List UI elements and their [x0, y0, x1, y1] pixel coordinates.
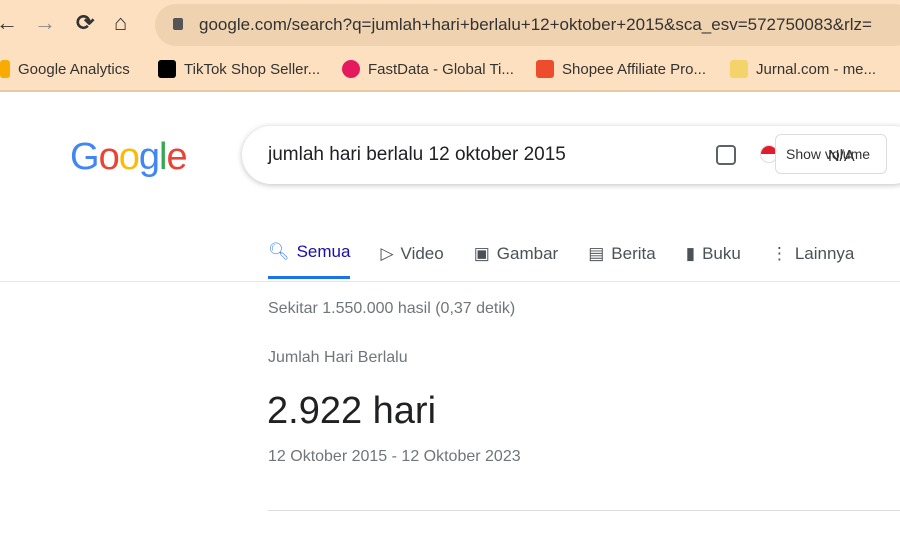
bookmark-jurnal[interactable]: Jurnal.com - me... — [730, 60, 876, 78]
bookmark-label: TikTok Shop Seller... — [184, 60, 321, 78]
answer-range: 12 Oktober 2015 - 12 Oktober 2023 — [268, 448, 521, 465]
news-icon: ▤ — [588, 243, 605, 263]
result-stats: Sekitar 1.550.000 hasil (0,37 detik) — [268, 300, 516, 317]
bookmark-shopee[interactable]: Shopee Affiliate Pro... — [536, 60, 706, 78]
google-logo[interactable]: Google — [70, 136, 188, 179]
bookmark-label: FastData - Global Ti... — [368, 60, 514, 78]
reload-icon[interactable]: ⟳ — [76, 10, 94, 36]
image-icon: ▣ — [473, 243, 490, 263]
tab-label: Video — [400, 243, 444, 263]
play-icon: ▷ — [380, 243, 394, 263]
tab-lainnya[interactable]: ⋮ Lainnya — [771, 242, 855, 279]
browser-toolbar: ← → ⟳ ⌂ google.com/search?q=jumlah+hari+… — [0, 0, 900, 50]
bookmark-label: Google Analytics — [18, 60, 130, 78]
bookmark-fastdata[interactable]: FastData - Global Ti... — [342, 60, 514, 78]
divider — [268, 510, 900, 511]
fastdata-icon — [342, 60, 360, 78]
bookmark-tiktok[interactable]: TikTok Shop Seller... — [158, 60, 320, 78]
url-text: google.com/search?q=jumlah+hari+berlalu+… — [199, 15, 872, 34]
more-icon: ⋮ — [770, 243, 788, 263]
divider — [0, 281, 900, 282]
tab-berita[interactable]: ▤ Berita — [588, 242, 655, 279]
tab-semua[interactable]: 🔍︎ Semua — [268, 242, 351, 279]
search-tabs: 🔍︎ Semua ▷ Video ▣ Gambar ▤ Berita ▮ Buku ⋮ La… — [268, 242, 854, 279]
forward-icon[interactable]: → — [34, 10, 56, 36]
home-icon[interactable]: ⌂ — [114, 10, 127, 36]
tab-label: Gambar — [496, 243, 559, 263]
show-volume-button[interactable]: Show volume N/A — [775, 134, 887, 174]
jurnal-icon — [730, 60, 748, 78]
search-input[interactable]: jumlah hari berlalu 12 oktober 2015 — [268, 144, 566, 166]
tab-gambar[interactable]: ▣ Gambar — [474, 242, 558, 279]
volume-value: N/A — [828, 148, 855, 165]
tab-label: Lainnya — [794, 243, 855, 263]
tiktok-icon — [158, 60, 176, 78]
bookmark-label: Jurnal.com - me... — [756, 60, 877, 78]
bookmark-google-analytics[interactable]: Google Analytics — [0, 60, 130, 78]
tab-label: Buku — [702, 243, 741, 263]
analytics-icon — [0, 60, 10, 78]
answer-value: 2.922 hari — [267, 390, 437, 432]
checkbox[interactable] — [716, 145, 736, 165]
shopee-icon — [536, 60, 554, 78]
answer-label: Jumlah Hari Berlalu — [268, 349, 408, 366]
bookmark-label: Shopee Affiliate Pro... — [562, 60, 706, 78]
tab-buku[interactable]: ▮ Buku — [686, 242, 741, 279]
address-bar[interactable]: google.com/search?q=jumlah+hari+berlalu+… — [155, 4, 900, 46]
tab-video[interactable]: ▷ Video — [380, 242, 443, 279]
tab-label: Semua — [296, 242, 351, 261]
lock-icon — [173, 18, 183, 30]
search-icon: 🔍︎ — [268, 242, 290, 261]
search-box[interactable]: jumlah hari berlalu 12 oktober 2015 Show… — [242, 126, 900, 184]
back-icon[interactable]: ← — [0, 10, 18, 36]
book-icon: ▮ — [685, 243, 696, 263]
tab-label: Berita — [611, 243, 656, 263]
